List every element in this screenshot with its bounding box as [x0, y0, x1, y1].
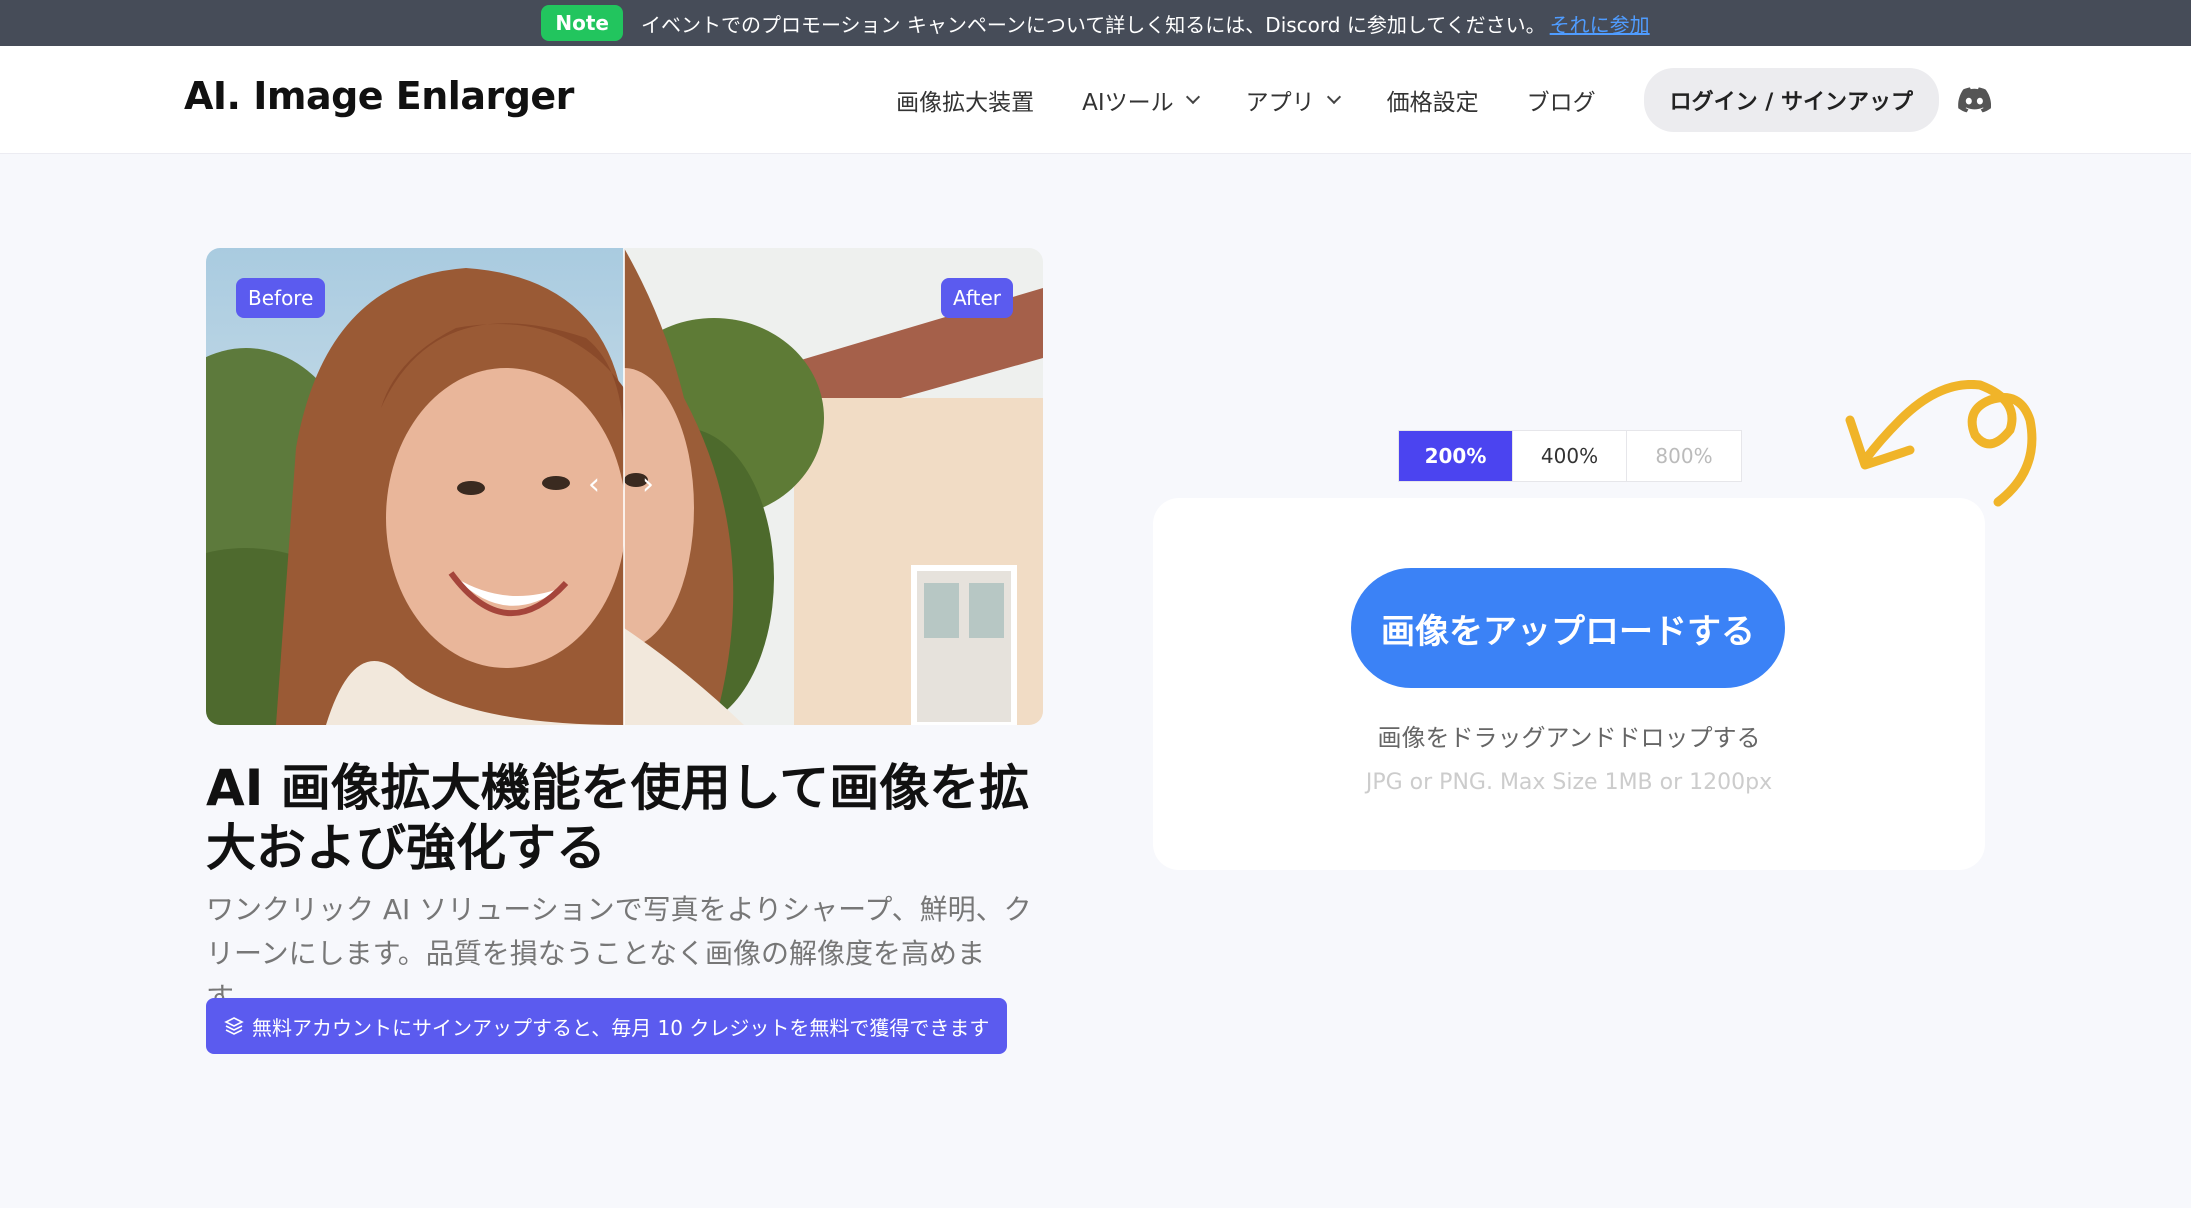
before-after-comparison[interactable]: ‹ › Before After: [206, 248, 1043, 725]
nav-item-ai-tools[interactable]: AIツール: [1082, 83, 1200, 117]
before-label: Before: [236, 278, 326, 318]
nav-label: 価格設定: [1386, 90, 1479, 116]
login-signup-button[interactable]: ログイン / サインアップ: [1643, 68, 1939, 132]
nav-label: ブログ: [1526, 90, 1596, 116]
nav-label: 画像拡大装置: [896, 90, 1035, 116]
after-label: After: [940, 278, 1013, 318]
before-photo: [206, 248, 624, 725]
nav-item-blog[interactable]: ブログ: [1527, 83, 1596, 117]
site-logo[interactable]: AI. Image Enlarger: [184, 74, 574, 118]
nav-label: AIツール: [1082, 90, 1174, 116]
curved-arrow-icon: [1845, 380, 2037, 507]
compare-slider-handle[interactable]: [623, 248, 625, 725]
chevron-down-icon: [1326, 89, 1341, 105]
scale-option-200[interactable]: 200%: [1399, 431, 1513, 481]
chevron-right-icon[interactable]: ›: [642, 470, 664, 500]
promo-text: 無料アカウントにサインアップすると、毎月 10 クレジットを無料で獲得できます: [252, 1015, 990, 1040]
upload-card[interactable]: 画像をアップロードする 画像をドラッグアンドドロップする JPG or PNG.…: [1153, 498, 1985, 870]
note-badge: Note: [541, 5, 623, 41]
discord-icon[interactable]: [1957, 87, 1991, 113]
signup-promo-button[interactable]: 無料アカウントにサインアップすると、毎月 10 クレジットを無料で獲得できます: [206, 998, 1008, 1054]
nav-label: アプリ: [1245, 90, 1315, 116]
upload-image-button[interactable]: 画像をアップロードする: [1351, 568, 1785, 688]
chevron-down-icon: [1185, 89, 1200, 105]
scale-selector: 200% 400% 800%: [1398, 430, 1742, 482]
scale-option-400[interactable]: 400%: [1513, 431, 1627, 481]
scale-option-800[interactable]: 800%: [1627, 431, 1741, 481]
layers-icon: [224, 1017, 244, 1035]
nav-item-apps[interactable]: アプリ: [1245, 83, 1341, 117]
nav-item-image-enlarger[interactable]: 画像拡大装置: [896, 83, 1034, 117]
site-header: AI. Image Enlarger 画像拡大装置 AIツール アプリ 価格設定…: [0, 46, 2191, 154]
discord-join-link[interactable]: それに参加: [1550, 9, 1650, 38]
after-photo: [624, 248, 1043, 725]
announcement-bar: Note イベントでのプロモーション キャンペーンについて詳しく知るには、Dis…: [0, 0, 2191, 46]
nav-item-pricing[interactable]: 価格設定: [1387, 83, 1479, 117]
file-limit-hint: JPG or PNG. Max Size 1MB or 1200px: [1365, 770, 1773, 795]
chevron-left-icon[interactable]: ‹: [588, 470, 610, 500]
main-nav: 画像拡大装置 AIツール アプリ 価格設定 ブログ ログイン / サインアップ: [896, 68, 1991, 132]
announcement-text: イベントでのプロモーション キャンペーンについて詳しく知るには、Discord …: [640, 12, 1546, 37]
drag-drop-hint: 画像をドラッグアンドドロップする: [1377, 724, 1761, 752]
hero-title: AI 画像拡大機能を使用して画像を拡大および強化する: [206, 759, 1030, 877]
